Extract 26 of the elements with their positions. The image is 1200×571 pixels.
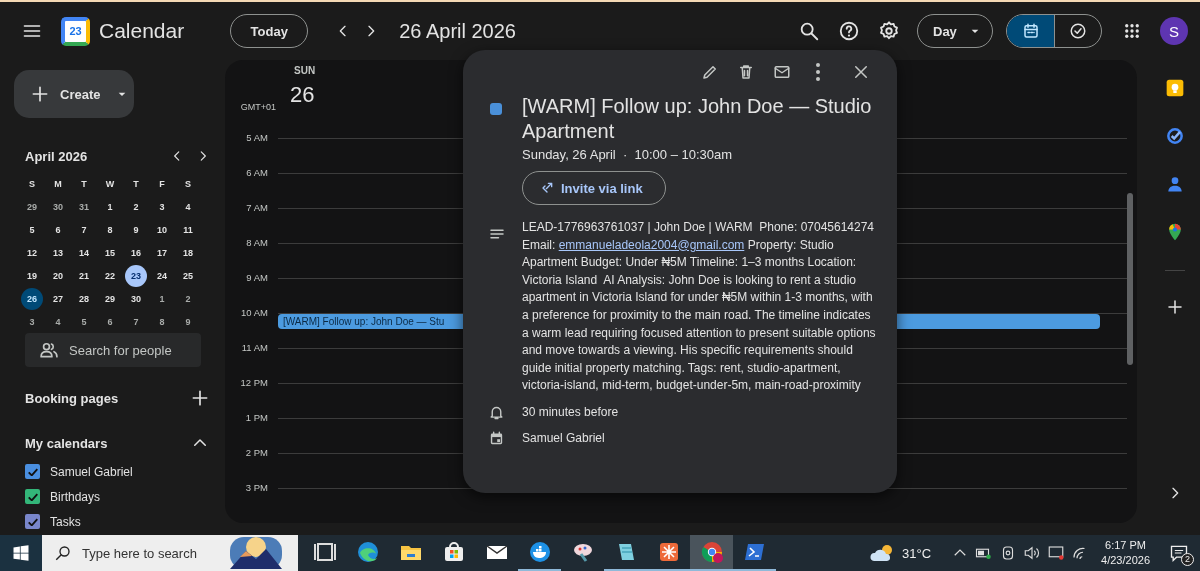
- event-description: LEAD-1776963761037 | John Doe | WARM Phone: 07045614274 Email: emmanueladeola2004@gmail.com Property: Studio Apartment Budget: Under ₦5M Timeline: 1–3 months Location: Victoria Island AI Analysis: John Doe is looking to rent a studio apartment in Victoria Island for under ₦5M within 1-3 months, with a preference for proximity to the main road. The timeline indicates a warm lead requiring focused attention to present suitable options and move towards a viewing. His specific requirements should guide initial property matching. Tags: rent, studio-apartment, victoria-island, mid-term, budget-under-5m, main-road-proximity: [522, 219, 877, 395]
- weekday-label: F: [158, 177, 166, 191]
- temperature-text: 31°C: [902, 545, 932, 561]
- weekday-label: S: [28, 177, 36, 191]
- section-title: My calendars: [25, 435, 108, 451]
- notification-count: 2: [1181, 553, 1194, 566]
- calendar-name: Samuel Gabriel: [50, 464, 133, 479]
- weekday-label: S: [184, 177, 192, 191]
- weekday-label: T: [132, 177, 140, 191]
- calendar-name: Tasks: [50, 514, 81, 529]
- calendar-owner: Samuel Gabriel: [522, 431, 605, 446]
- weekday-label: M: [53, 177, 63, 191]
- calendar-name: Birthdays: [50, 489, 101, 504]
- event-time: Sunday, 26 April · 10:00 – 10:30am: [522, 147, 733, 162]
- month-title: April 2026: [25, 148, 88, 164]
- weekday-label: W: [104, 177, 116, 191]
- weekday-label: SUN: [294, 65, 316, 76]
- section-title: Booking pages: [25, 390, 119, 406]
- timezone-label: GMT+01: [239, 102, 277, 112]
- event-title: [WARM] Follow up: John Doe — Studio Apartment: [522, 94, 872, 144]
- app-title: Calendar: [99, 19, 185, 43]
- weekday-label: T: [80, 177, 88, 191]
- date-heading: 26 April 2026: [399, 19, 516, 43]
- calendar-logo-icon: 23: [61, 16, 90, 46]
- reminder-text: 30 minutes before: [522, 405, 619, 420]
- hour-label: 3 PM: [244, 482, 269, 495]
